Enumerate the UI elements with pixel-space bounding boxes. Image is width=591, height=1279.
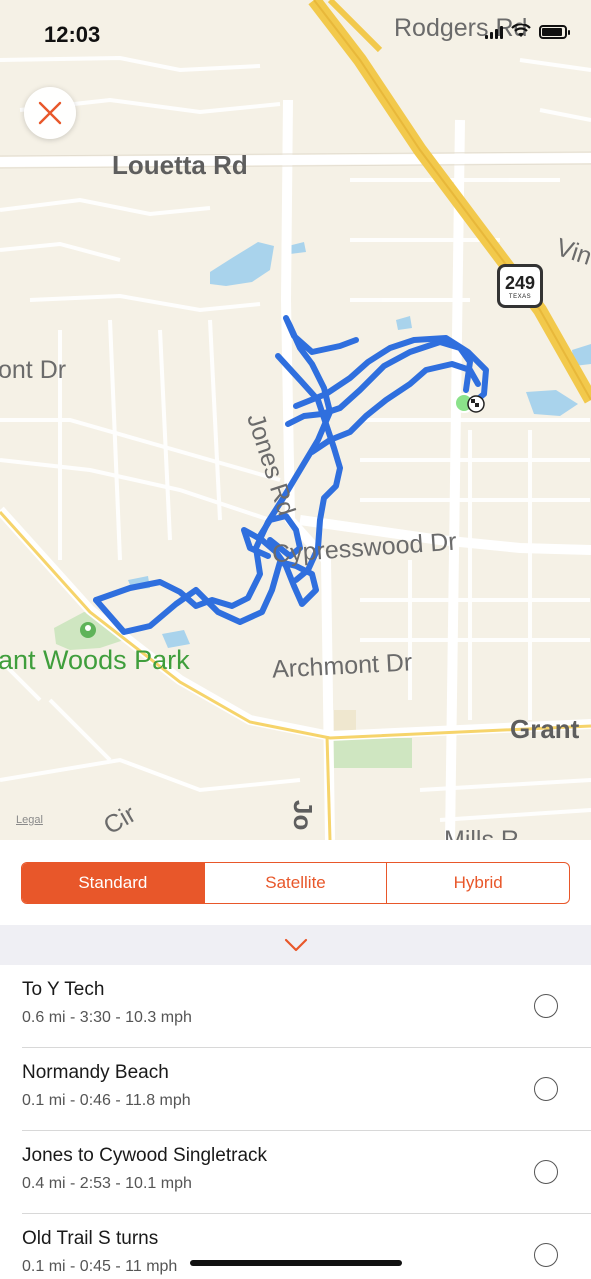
park-label: ant Woods Park (0, 645, 190, 675)
segment-select-radio[interactable] (534, 1243, 558, 1267)
road-label-jones-lower: Jo (288, 800, 318, 831)
segment-stats: 0.1 mi - 0:45 - 11 mph (22, 1258, 178, 1275)
map-type-hybrid[interactable]: Hybrid (387, 863, 569, 903)
highway-249-shield: 249 TEXAS (497, 264, 543, 308)
road-label-mills: Mills R (444, 826, 519, 840)
shield-state: TEXAS (508, 294, 532, 300)
road-label-mont: ont Dr (0, 356, 67, 384)
segment-stats: 0.4 mi - 2:53 - 10.1 mph (22, 1175, 192, 1192)
segment-select-radio[interactable] (534, 1077, 558, 1101)
segment-name: Old Trail S turns (22, 1228, 159, 1249)
close-button[interactable] (24, 87, 76, 139)
map-type-satellite[interactable]: Satellite (205, 863, 388, 903)
status-time: 12:03 (44, 22, 101, 47)
segment-name: Jones to Cywood Singletrack (22, 1145, 268, 1166)
ride-route (80, 315, 489, 638)
segment-row[interactable]: To Y Tech 0.6 mi - 3:30 - 10.3 mph (0, 965, 591, 1048)
legal-link[interactable]: Legal (16, 814, 43, 826)
battery-icon (539, 24, 570, 39)
wifi-icon (511, 24, 531, 37)
close-icon (38, 101, 62, 125)
segment-row[interactable]: Jones to Cywood Singletrack 0.4 mi - 2:5… (0, 1131, 591, 1214)
collapse-panel-button[interactable] (0, 925, 591, 965)
segment-select-radio[interactable] (534, 1160, 558, 1184)
segment-stats: 0.6 mi - 3:30 - 10.3 mph (22, 1009, 192, 1026)
road-label-grant: Grant (510, 714, 580, 744)
map-view[interactable]: Rodgers Rd Louetta Rd Vin ont Dr Jones R… (0, 0, 591, 840)
cellular-signal-icon (485, 25, 503, 39)
home-indicator[interactable] (190, 1260, 402, 1266)
map-type-selector: Standard Satellite Hybrid (21, 862, 570, 904)
chevron-down-icon (284, 938, 307, 952)
segment-row[interactable]: Old Trail S turns 0.1 mi - 0:45 - 11 mph (0, 1214, 591, 1279)
road-label-louetta: Louetta Rd (112, 150, 248, 180)
map-type-standard[interactable]: Standard (22, 863, 205, 903)
segment-select-radio[interactable] (534, 994, 558, 1018)
segment-name: Normandy Beach (22, 1062, 169, 1083)
shield-number: 249 (504, 273, 536, 293)
segment-stats: 0.1 mi - 0:46 - 11.8 mph (22, 1092, 191, 1109)
segment-name: To Y Tech (22, 979, 105, 1000)
status-icons (485, 24, 570, 39)
segment-list: To Y Tech 0.6 mi - 3:30 - 10.3 mph Norma… (0, 965, 591, 1279)
segment-row[interactable]: Normandy Beach 0.1 mi - 0:46 - 11.8 mph (0, 1048, 591, 1131)
